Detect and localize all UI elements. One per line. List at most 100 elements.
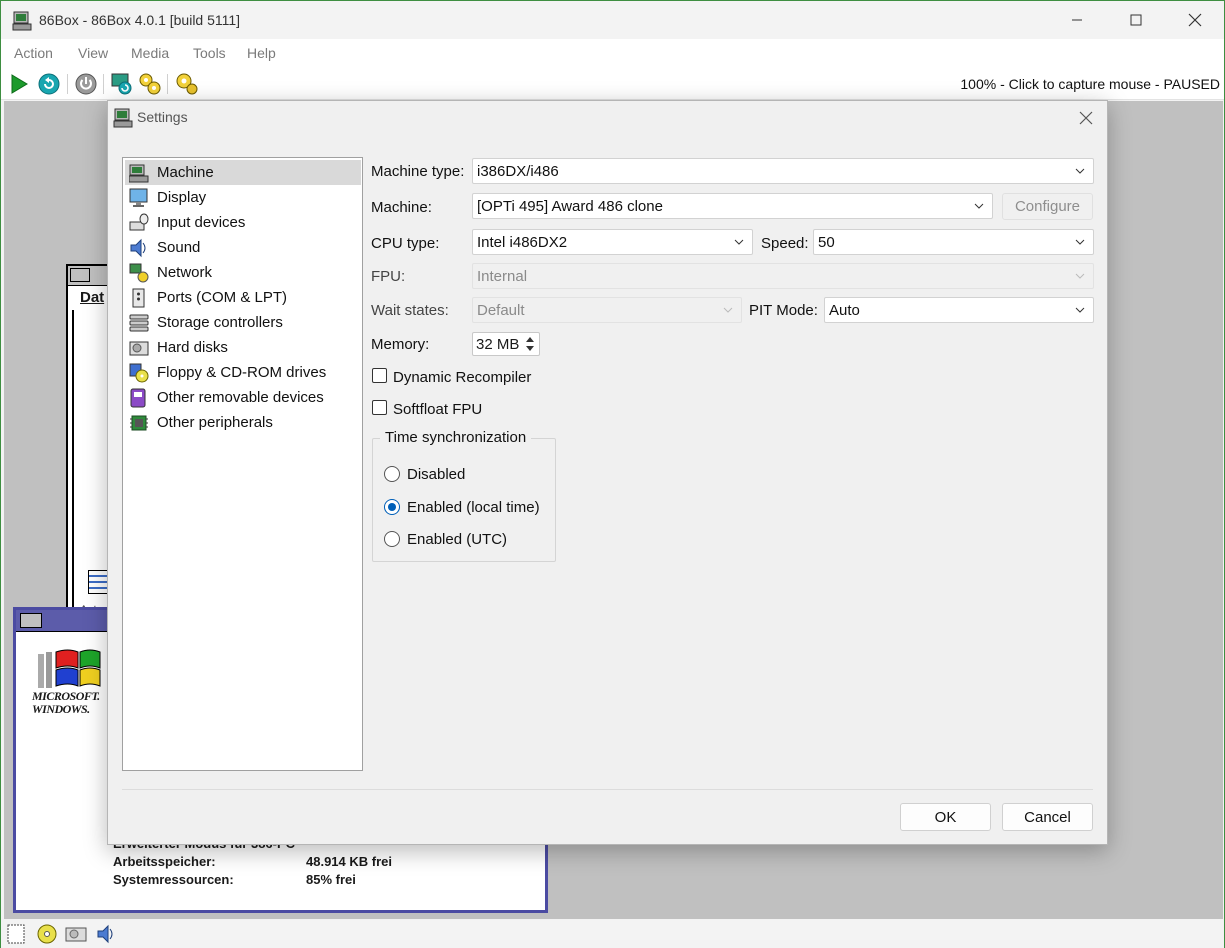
dynamic-recompiler-label: Dynamic Recompiler: [393, 369, 532, 386]
win31-inner-border: [72, 310, 74, 630]
menu-action[interactable]: Action: [14, 45, 53, 61]
category-other-peripherals[interactable]: Other peripherals: [125, 410, 361, 435]
dynamic-recompiler-checkbox[interactable]: [372, 368, 387, 383]
win31-menu-item: Dat: [80, 289, 105, 306]
wait-states-label: Wait states:: [371, 302, 449, 319]
time-sync-utc-radio[interactable]: [384, 531, 400, 547]
time-sync-local-radio[interactable]: [384, 499, 400, 515]
pit-mode-label: PIT Mode:: [749, 302, 818, 319]
chevron-down-icon: [1075, 168, 1085, 174]
win31-title-bar: [68, 266, 112, 286]
reset-icon[interactable]: [37, 72, 61, 96]
status-bar: [1, 919, 1224, 948]
input-devices-icon: [129, 213, 149, 231]
menu-tools[interactable]: Tools: [193, 45, 226, 61]
settings-title: Settings: [137, 109, 188, 125]
category-display[interactable]: Display: [125, 185, 361, 210]
category-label: Other peripherals: [157, 414, 273, 431]
wait-states-select[interactable]: Default: [472, 297, 742, 323]
machine-type-select[interactable]: i386DX/i486: [472, 158, 1094, 184]
ctrl-alt-del-icon[interactable]: [110, 72, 134, 96]
category-other-removable[interactable]: Other removable devices: [125, 385, 361, 410]
win31-system-menu-button: [20, 613, 42, 628]
category-label: Floppy & CD-ROM drives: [157, 364, 327, 381]
win31-info-resources-label: Systemressourcen:: [113, 872, 234, 887]
category-label: Storage controllers: [157, 314, 283, 331]
memory-spinbox[interactable]: 32 MB: [472, 332, 540, 356]
removable-icon: [130, 388, 146, 408]
power-icon[interactable]: [74, 72, 98, 96]
category-label: Network: [157, 264, 213, 281]
settings-app-icon: [113, 108, 133, 128]
category-sound[interactable]: Sound: [125, 235, 361, 260]
hard-disk-icon: [129, 341, 149, 356]
chevron-down-icon: [974, 203, 984, 209]
fpu-label: FPU:: [371, 268, 406, 285]
menu-media[interactable]: Media: [131, 45, 169, 61]
category-label: Sound: [157, 239, 201, 256]
machine-icon: [129, 164, 149, 183]
sound-icon: [130, 238, 146, 258]
category-label: Machine: [157, 164, 214, 181]
dialog-separator: [122, 789, 1093, 790]
category-floppy-cdrom[interactable]: Floppy & CD-ROM drives: [125, 360, 361, 385]
category-ports[interactable]: Ports (COM & LPT): [125, 285, 361, 310]
pit-mode-select[interactable]: Auto: [824, 297, 1094, 323]
close-icon: [1079, 111, 1093, 125]
softfloat-fpu-label: Softfloat FPU: [393, 401, 483, 418]
menu-bar: Action View Media Tools Help: [1, 39, 1224, 67]
minimize-button[interactable]: [1048, 1, 1106, 39]
close-icon: [1188, 13, 1202, 27]
category-label: Input devices: [157, 214, 246, 231]
close-button[interactable]: [1166, 1, 1224, 39]
menu-help[interactable]: Help: [247, 45, 276, 61]
category-label: Hard disks: [157, 339, 228, 356]
minimize-icon: [1072, 19, 1082, 21]
category-hard-disks[interactable]: Hard disks: [125, 335, 361, 360]
softfloat-fpu-checkbox[interactable]: [372, 400, 387, 415]
settings-gears-icon[interactable]: [138, 72, 162, 96]
time-sync-utc-label: Enabled (UTC): [407, 531, 508, 548]
win31-info-resources-value: 85% frei: [306, 872, 356, 887]
hard-disk-activity-icon[interactable]: [65, 923, 87, 945]
memory-label: Memory:: [371, 336, 430, 353]
maximize-button[interactable]: [1107, 1, 1165, 39]
machine-type-label: Machine type:: [371, 163, 465, 180]
ok-button[interactable]: OK: [900, 803, 991, 831]
spin-arrows-icon[interactable]: [522, 334, 538, 354]
time-sync-disabled-radio[interactable]: [384, 466, 400, 482]
time-sync-disabled-label: Disabled: [407, 466, 466, 483]
cancel-button[interactable]: Cancel: [1002, 803, 1093, 831]
machine-label: Machine:: [371, 199, 432, 216]
play-icon[interactable]: [7, 72, 31, 96]
floppy-drive-icon[interactable]: [6, 923, 28, 945]
category-input-devices[interactable]: Input devices: [125, 210, 361, 235]
win31-info-memory-value: 48.914 KB frei: [306, 854, 392, 869]
menu-view[interactable]: View: [78, 45, 108, 61]
category-network[interactable]: Network: [125, 260, 361, 285]
time-sync-local-label: Enabled (local time): [407, 499, 540, 516]
settings-close-button[interactable]: [1071, 105, 1101, 131]
cdrom-drive-icon[interactable]: [36, 923, 58, 945]
configure-button[interactable]: Configure: [1002, 193, 1093, 220]
category-storage-controllers[interactable]: Storage controllers: [125, 310, 361, 335]
maximize-icon: [1130, 14, 1142, 26]
ports-icon: [132, 288, 145, 308]
chevron-down-icon: [1075, 273, 1085, 279]
cpu-type-select[interactable]: Intel i486DX2: [472, 229, 753, 255]
category-machine[interactable]: Machine: [125, 160, 361, 185]
status-text: 100% - Click to capture mouse - PAUSED: [960, 76, 1220, 92]
chevron-down-icon: [1075, 307, 1085, 313]
peripherals-icon: [130, 415, 148, 431]
win31-system-menu-button: [70, 268, 90, 282]
speed-select[interactable]: 50: [813, 229, 1094, 255]
fpu-select[interactable]: Internal: [472, 263, 1094, 289]
network-icon: [129, 263, 149, 283]
time-sync-group: Time synchronization Disabled Enabled (l…: [372, 429, 556, 562]
86box-app-icon: [12, 11, 32, 31]
machine-select[interactable]: [OPTi 495] Award 486 clone: [472, 193, 993, 219]
category-label: Other removable devices: [157, 389, 324, 406]
time-sync-group-label: Time synchronization: [380, 429, 532, 446]
sound-status-icon[interactable]: [95, 923, 117, 945]
configure-gear-icon[interactable]: [175, 72, 199, 96]
